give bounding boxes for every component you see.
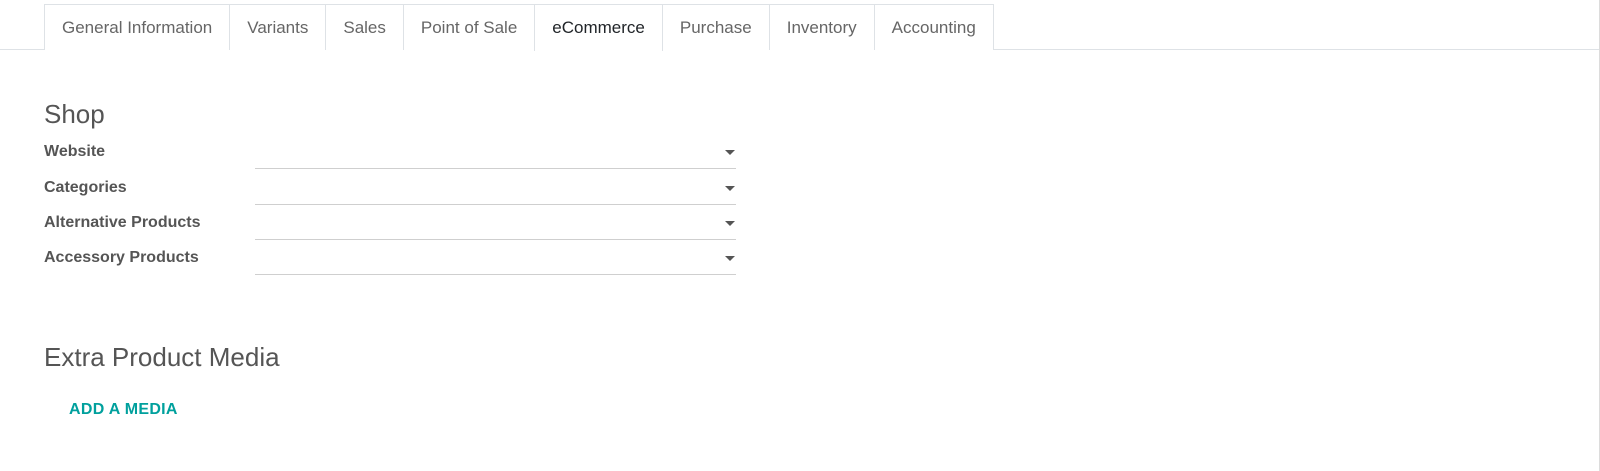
chevron-down-icon[interactable]: [725, 186, 735, 191]
categories-select[interactable]: [255, 171, 736, 205]
tab-list: General Information Variants Sales Point…: [44, 4, 994, 51]
accessory-products-field-row: Accessory Products: [44, 241, 736, 275]
tab-inventory[interactable]: Inventory: [768, 4, 875, 50]
chevron-down-icon[interactable]: [725, 150, 735, 155]
alternative-products-select[interactable]: [255, 206, 736, 240]
website-field-row: Website: [44, 135, 736, 169]
website-select[interactable]: [255, 135, 736, 169]
tab-accounting[interactable]: Accounting: [873, 4, 994, 50]
categories-field-row: Categories: [44, 171, 736, 205]
accessory-products-label: Accessory Products: [44, 249, 199, 266]
tab-variants[interactable]: Variants: [229, 4, 327, 50]
chevron-down-icon[interactable]: [725, 256, 735, 261]
alternative-products-label: Alternative Products: [44, 214, 201, 231]
accessory-products-select[interactable]: [255, 241, 736, 275]
extra-product-media-title: Extra Product Media: [44, 342, 280, 372]
tab-general-information[interactable]: General Information: [44, 4, 231, 50]
chevron-down-icon[interactable]: [725, 221, 735, 226]
tab-sales[interactable]: Sales: [325, 4, 404, 50]
alternative-products-field-row: Alternative Products: [44, 206, 736, 240]
tab-purchase[interactable]: Purchase: [661, 4, 770, 50]
tab-point-of-sale[interactable]: Point of Sale: [402, 4, 536, 50]
notebook-tab-bar: General Information Variants Sales Point…: [0, 4, 1599, 51]
shop-section-title: Shop: [44, 99, 105, 129]
categories-label: Categories: [44, 179, 127, 196]
add-a-media-button[interactable]: ADD A MEDIA: [69, 401, 178, 419]
website-label: Website: [44, 143, 106, 160]
tab-ecommerce[interactable]: eCommerce: [534, 4, 663, 51]
